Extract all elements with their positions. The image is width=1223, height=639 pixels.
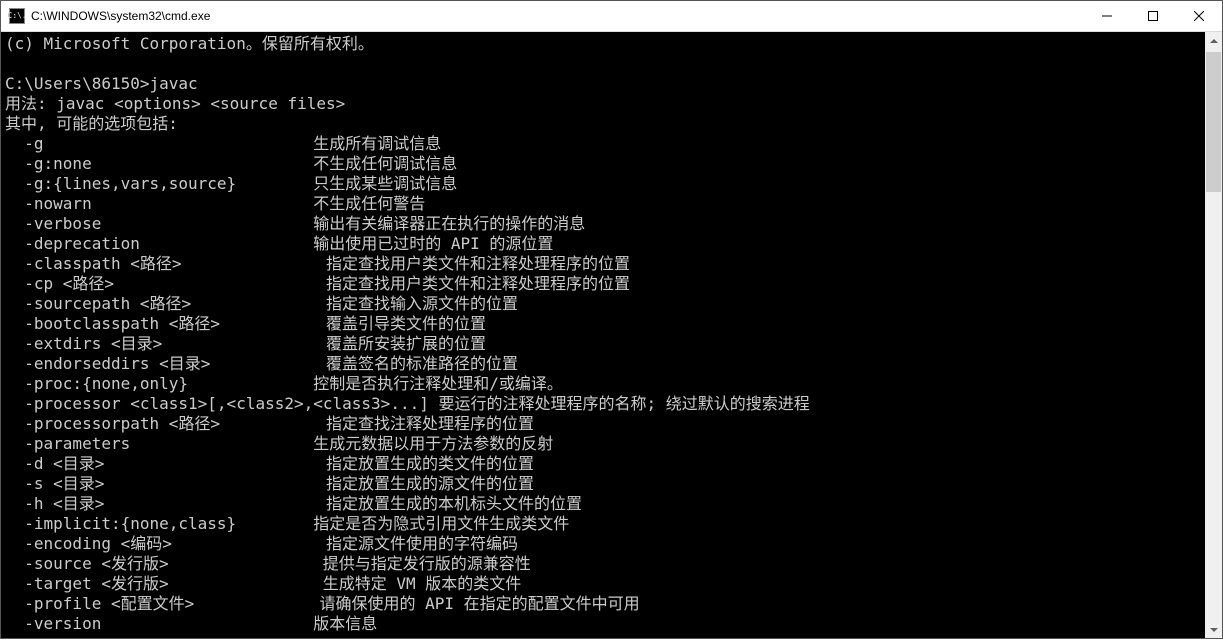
close-icon (1194, 11, 1204, 21)
terminal-area: (c) Microsoft Corporation。保留所有权利。 C:\Use… (1, 32, 1222, 638)
window-controls (1084, 1, 1222, 31)
maximize-button[interactable] (1130, 1, 1176, 31)
window-title: C:\WINDOWS\system32\cmd.exe (31, 9, 1084, 23)
scroll-up-button[interactable] (1205, 32, 1222, 49)
minimize-button[interactable] (1084, 1, 1130, 31)
scrollbar-track[interactable] (1205, 49, 1222, 621)
maximize-icon (1148, 11, 1158, 21)
scroll-down-button[interactable] (1205, 621, 1222, 638)
cmd-window: C:\. C:\WINDOWS\system32\cmd.exe (c) Mic… (0, 0, 1223, 639)
chevron-up-icon (1210, 37, 1218, 45)
vertical-scrollbar[interactable] (1205, 32, 1222, 638)
titlebar[interactable]: C:\. C:\WINDOWS\system32\cmd.exe (1, 1, 1222, 32)
terminal-output[interactable]: (c) Microsoft Corporation。保留所有权利。 C:\Use… (1, 32, 1205, 638)
close-button[interactable] (1176, 1, 1222, 31)
chevron-down-icon (1210, 626, 1218, 634)
cmd-icon: C:\. (9, 8, 25, 24)
minimize-icon (1102, 11, 1112, 21)
scrollbar-thumb[interactable] (1206, 52, 1221, 192)
